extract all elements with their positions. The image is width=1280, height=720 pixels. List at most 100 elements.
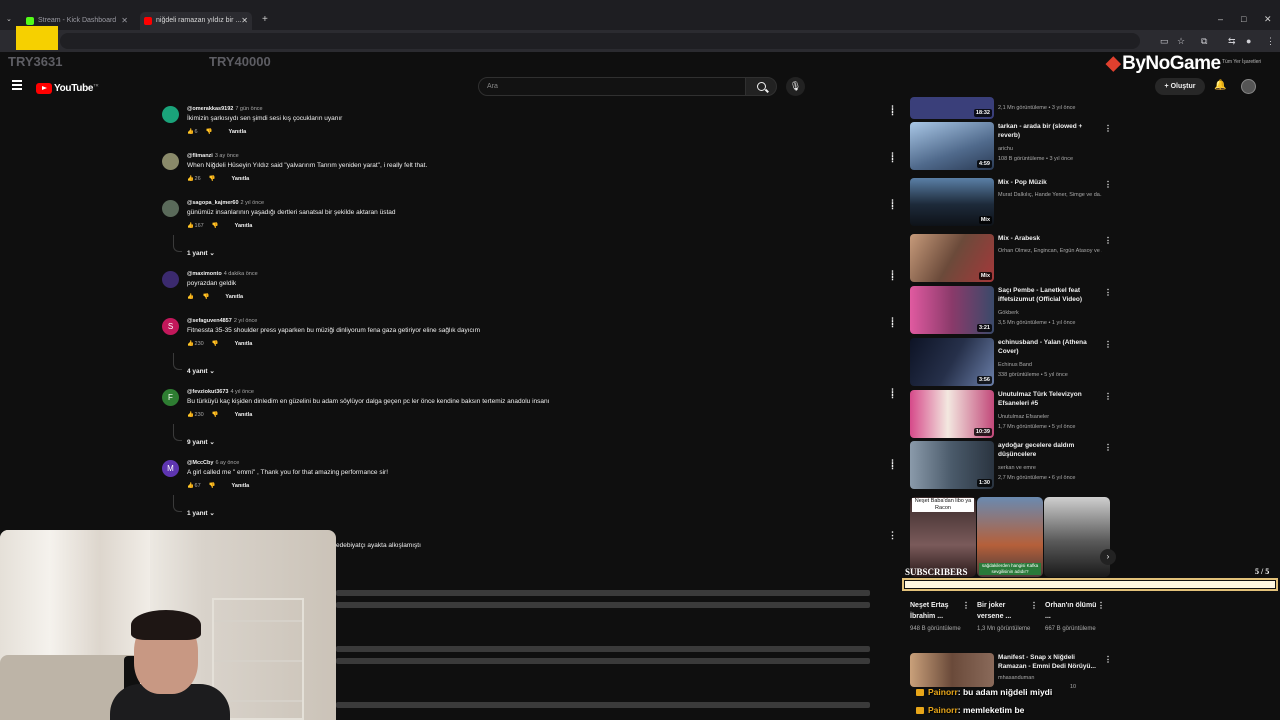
new-tab-icon[interactable]: +: [262, 14, 268, 25]
video-channel[interactable]: Echinus Band: [998, 362, 1102, 368]
video-thumbnail[interactable]: 1:30: [910, 441, 994, 489]
tab-menu-icon[interactable]: ⌄: [6, 15, 12, 23]
video-channel[interactable]: arichu: [998, 146, 1102, 152]
comment-time[interactable]: 2 yıl önce: [241, 200, 265, 206]
video-thumbnail[interactable]: 18:32: [910, 97, 994, 119]
short-more-icon[interactable]: ⋮: [1030, 601, 1038, 610]
thumbs-down-icon[interactable]: 👎: [209, 176, 216, 182]
more-icon[interactable]: ⋮: [888, 387, 897, 398]
short-title[interactable]: Orhan'ın ölümü ...: [1045, 600, 1101, 622]
video-title[interactable]: Manifest - Snap x Niğdeli Ramazan - Emmi…: [998, 653, 1102, 671]
reply-button[interactable]: Yanıtla: [228, 129, 246, 135]
maximize-icon[interactable]: □: [1241, 14, 1246, 24]
video-title[interactable]: tarkan - arada bir (slowed + reverb): [998, 122, 1102, 140]
comment-time[interactable]: 6 ay önce: [215, 460, 239, 466]
short-thumbnail[interactable]: Neşet Baba'dan libo ya Racon: [910, 497, 976, 577]
thumbs-down-icon[interactable]: 👎: [209, 483, 216, 489]
bookmarks-label[interactable]: Tüm Yer İşaretleri: [1222, 59, 1261, 65]
comment-author[interactable]: @sagopa_kajmer60: [187, 200, 239, 206]
close-tab-icon[interactable]: ✕: [241, 12, 248, 30]
video-thumbnail[interactable]: 3:21: [910, 286, 994, 334]
comment-time[interactable]: 4 dakika önce: [224, 271, 258, 277]
thumbs-down-icon[interactable]: 👎: [206, 129, 213, 135]
video-more-icon[interactable]: ⋮: [1104, 288, 1112, 297]
video-more-icon[interactable]: ⋮: [1104, 392, 1112, 401]
reply-button[interactable]: Yanıtla: [225, 294, 243, 300]
reply-button[interactable]: Yanıtla: [232, 483, 250, 489]
more-icon[interactable]: ⋮: [888, 104, 897, 115]
video-channel[interactable]: Gökberk: [998, 310, 1102, 316]
video-channel[interactable]: Orhan Ölmez, Engincan, Ergün Atasoy ve .…: [998, 248, 1102, 254]
search-input[interactable]: Ara: [478, 77, 746, 96]
close-tab-icon[interactable]: ✕: [121, 12, 128, 30]
video-thumbnail[interactable]: [910, 653, 994, 687]
video-thumbnail[interactable]: 4:59: [910, 122, 994, 170]
comment-author[interactable]: @fevziokut3673: [187, 389, 228, 395]
video-more-icon[interactable]: ⋮: [1104, 124, 1112, 133]
comment-author[interactable]: @maximonto: [187, 271, 222, 277]
more-icon[interactable]: ⋮: [888, 198, 897, 209]
close-window-icon[interactable]: ✕: [1264, 14, 1272, 25]
video-more-icon[interactable]: ⋮: [1104, 236, 1112, 245]
reply-button[interactable]: Yanıtla: [235, 341, 253, 347]
avatar[interactable]: [162, 153, 179, 170]
account-avatar[interactable]: [1241, 79, 1256, 94]
video-channel[interactable]: Unutulmaz Efsaneler: [998, 414, 1102, 420]
avatar[interactable]: M: [162, 460, 179, 477]
replies-toggle[interactable]: 4 yanıt ⌄: [173, 353, 215, 375]
thumbs-down-icon[interactable]: 👎: [212, 341, 219, 347]
short-thumbnail[interactable]: [1044, 497, 1110, 577]
video-channel[interactable]: mhasanduman: [998, 675, 1102, 681]
video-thumbnail[interactable]: Mix: [910, 234, 994, 282]
thumbs-down-icon[interactable]: 👎: [203, 294, 210, 300]
notifications-bell-icon[interactable]: 🔔: [1214, 80, 1226, 91]
replies-toggle[interactable]: 1 yanıt ⌄: [173, 495, 215, 517]
video-title[interactable]: Mix - Arabesk: [998, 234, 1102, 243]
minimize-icon[interactable]: –: [1218, 14, 1223, 24]
avatar[interactable]: F: [162, 389, 179, 406]
profile-icon[interactable]: ●: [1246, 36, 1251, 46]
sidebar-icon[interactable]: ⇆: [1228, 36, 1236, 47]
replies-toggle[interactable]: 1 yanıt ⌄: [173, 235, 215, 257]
thumbs-up-icon[interactable]: 👍: [187, 294, 194, 300]
avatar[interactable]: [162, 200, 179, 217]
video-title[interactable]: echinusband - Yalan (Athena Cover): [998, 338, 1102, 356]
video-more-icon[interactable]: ⋮: [1104, 180, 1112, 189]
more-icon[interactable]: ⋮: [888, 458, 897, 469]
browser-tab-active[interactable]: niğdeli ramazan yıldız bir ... ✕: [140, 12, 252, 30]
thumbs-up-icon[interactable]: 👍: [187, 412, 194, 418]
video-title[interactable]: Unutulmaz Türk Televizyon Efsaneleri #5: [998, 390, 1102, 408]
more-icon[interactable]: ⋮: [888, 316, 897, 327]
comment-time[interactable]: 3 ay önce: [215, 153, 239, 159]
shorts-next-icon[interactable]: ›: [1100, 549, 1116, 565]
video-thumbnail[interactable]: Mix: [910, 178, 994, 226]
thumbs-up-icon[interactable]: 👍: [187, 223, 194, 229]
video-more-icon[interactable]: ⋮: [1104, 340, 1112, 349]
short-title[interactable]: Bir joker versene ...: [977, 600, 1033, 622]
short-title[interactable]: Neşet Ertaş İbrahim ...: [910, 600, 966, 622]
cast-icon[interactable]: ▭: [1160, 36, 1169, 47]
comment-time[interactable]: 4 yıl önce: [230, 389, 254, 395]
reply-button[interactable]: Yanıtla: [235, 412, 253, 418]
video-title[interactable]: Saçı Pembe - Lanetkel feat iffetsizumut …: [998, 286, 1102, 304]
avatar[interactable]: [162, 106, 179, 123]
search-button[interactable]: [745, 77, 777, 96]
video-thumbnail[interactable]: 3:56: [910, 338, 994, 386]
comment-author[interactable]: @flimanzi: [187, 153, 213, 159]
hamburger-menu-icon[interactable]: [12, 80, 22, 92]
video-channel[interactable]: serkan ve emre: [998, 465, 1102, 471]
thumbs-up-icon[interactable]: 👍: [187, 483, 194, 489]
reply-button[interactable]: Yanıtla: [232, 176, 250, 182]
comment-author[interactable]: @MccCby: [187, 460, 213, 466]
video-title[interactable]: Mix - Pop Müzik: [998, 178, 1102, 187]
more-icon[interactable]: ⋮: [888, 151, 897, 162]
create-button[interactable]: + Oluştur: [1155, 78, 1205, 95]
thumbs-up-icon[interactable]: 👍: [187, 341, 194, 347]
address-bar[interactable]: [60, 33, 1140, 49]
short-more-icon[interactable]: ⋮: [962, 601, 970, 610]
sidebar-video[interactable]: 18:32 2,1 Mn görüntüleme • 3 yıl önce: [910, 97, 1110, 119]
comment-author[interactable]: @sefaguven4857: [187, 318, 232, 324]
video-more-icon[interactable]: ⋮: [1104, 655, 1112, 664]
bookmark-star-icon[interactable]: ☆: [1177, 36, 1185, 47]
thumbs-down-icon[interactable]: 👎: [212, 223, 219, 229]
